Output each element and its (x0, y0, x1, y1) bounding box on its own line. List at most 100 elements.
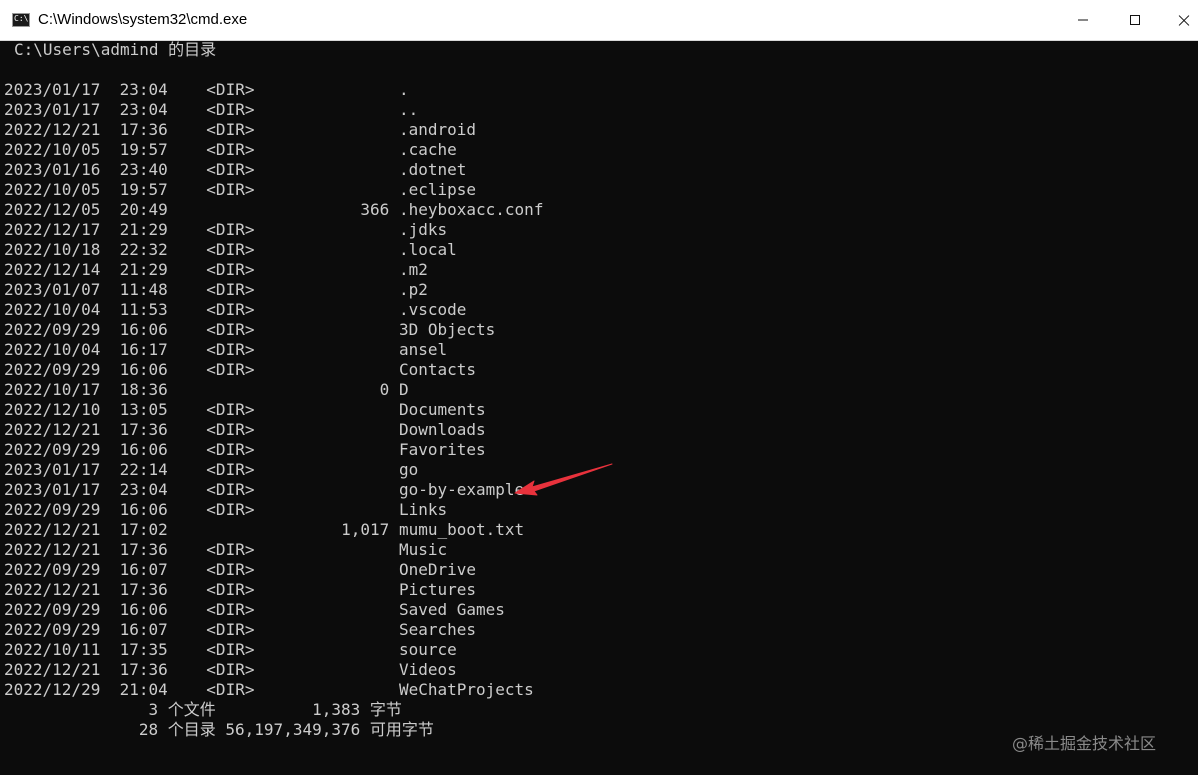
entry-time: 16:06 (119, 320, 168, 339)
minimize-button[interactable] (1060, 0, 1106, 40)
entry-date: 2022/09/29 (4, 620, 101, 639)
entry-time: 22:32 (119, 240, 168, 259)
entry-date: 2022/09/29 (4, 320, 101, 339)
entry-size: 1,017 (341, 520, 390, 539)
entry-date: 2022/09/29 (4, 440, 101, 459)
entry-name: .cache (398, 140, 457, 159)
entry-name: .. (398, 100, 419, 119)
listing-row: 2022/10/04 11:53 <DIR> .vscode (4, 300, 1198, 320)
entry-date: 2022/10/18 (4, 240, 101, 259)
entry-name: Videos (398, 660, 457, 679)
close-button[interactable] (1160, 0, 1198, 40)
listing-row: 2022/10/04 16:17 <DIR> ansel (4, 340, 1198, 360)
entry-type: <DIR> (206, 480, 255, 499)
entry-date: 2022/12/29 (4, 680, 101, 699)
listing-row: 2022/12/10 13:05 <DIR> Documents (4, 400, 1198, 420)
entry-name: Documents (398, 400, 486, 419)
listing-row: 2022/09/29 16:07 <DIR> Searches (4, 620, 1198, 640)
entry-date: 2022/09/29 (4, 500, 101, 519)
entry-name: .vscode (398, 300, 467, 319)
entry-type: <DIR> (206, 360, 255, 379)
entry-name: go-by-example (398, 480, 525, 499)
entry-type: <DIR> (206, 320, 255, 339)
entry-time: 11:53 (119, 300, 168, 319)
entry-time: 16:06 (119, 600, 168, 619)
entry-type: <DIR> (206, 600, 255, 619)
entry-name: WeChatProjects (398, 680, 534, 699)
entry-time: 13:05 (119, 400, 168, 419)
entry-date: 2022/12/05 (4, 200, 101, 219)
listing-row: 2022/12/21 17:36 <DIR> Pictures (4, 580, 1198, 600)
entry-date: 2022/12/10 (4, 400, 101, 419)
entry-date: 2023/01/17 (4, 100, 101, 119)
entry-date: 2022/09/29 (4, 600, 101, 619)
entry-time: 19:57 (119, 140, 168, 159)
entry-date: 2022/10/11 (4, 640, 101, 659)
entry-type: <DIR> (206, 300, 255, 319)
entry-time: 23:40 (119, 160, 168, 179)
entry-date: 2022/12/17 (4, 220, 101, 239)
entry-date: 2022/12/14 (4, 260, 101, 279)
listing-row: 2022/09/29 16:06 <DIR> Contacts (4, 360, 1198, 380)
entry-time: 23:04 (119, 480, 168, 499)
entry-date: 2023/01/16 (4, 160, 101, 179)
directory-listing: 2023/01/17 23:04 <DIR> . 2023/01/17 23:04… (4, 80, 1198, 700)
listing-row: 2022/09/29 16:07 <DIR> OneDrive (4, 560, 1198, 580)
entry-time: 22:14 (119, 460, 168, 479)
listing-row: 2022/10/11 17:35 <DIR> source (4, 640, 1198, 660)
entry-date: 2022/12/21 (4, 120, 101, 139)
entry-time: 18:36 (119, 380, 168, 399)
listing-row: 2022/09/29 16:06 <DIR> Saved Games (4, 600, 1198, 620)
entry-type: <DIR> (206, 100, 255, 119)
entry-date: 2022/12/21 (4, 580, 101, 599)
maximize-icon (1130, 15, 1140, 25)
entry-name: .eclipse (398, 180, 477, 199)
listing-row: 2022/09/29 16:06 <DIR> Links (4, 500, 1198, 520)
title-bar[interactable]: C:\ C:\Windows\system32\cmd.exe (0, 0, 1198, 41)
entry-date: 2022/09/29 (4, 560, 101, 579)
listing-row: 2022/12/14 21:29 <DIR> .m2 (4, 260, 1198, 280)
entry-size: 366 (360, 200, 390, 219)
entry-time: 16:17 (119, 340, 168, 359)
entry-type: <DIR> (206, 660, 255, 679)
entry-date: 2023/01/17 (4, 460, 101, 479)
entry-name: .jdks (398, 220, 448, 239)
listing-row: 2022/10/05 19:57 <DIR> .eclipse (4, 180, 1198, 200)
listing-row: 2022/10/17 18:36 0 D (4, 380, 1198, 400)
entry-date: 2023/01/17 (4, 480, 101, 499)
entry-name: .android (398, 120, 477, 139)
entry-time: 17:36 (119, 420, 168, 439)
entry-time: 16:07 (119, 620, 168, 639)
entry-date: 2023/01/07 (4, 280, 101, 299)
entry-name: D (398, 380, 409, 399)
maximize-button[interactable] (1112, 0, 1158, 40)
entry-time: 16:06 (119, 500, 168, 519)
console-output[interactable]: C:\Users\admind 的目录 2023/01/17 23:04 <DI… (0, 40, 1198, 775)
entry-name: . (398, 80, 409, 99)
entry-time: 16:06 (119, 360, 168, 379)
entry-time: 21:04 (119, 680, 168, 699)
entry-type: <DIR> (206, 240, 255, 259)
entry-date: 2022/10/17 (4, 380, 101, 399)
entry-type: <DIR> (206, 140, 255, 159)
directory-header: C:\Users\admind 的目录 (14, 40, 217, 59)
listing-row: 2023/01/07 11:48 <DIR> .p2 (4, 280, 1198, 300)
entry-name: Pictures (398, 580, 477, 599)
entry-date: 2022/10/04 (4, 300, 101, 319)
entry-type: <DIR> (206, 580, 255, 599)
entry-date: 2022/10/04 (4, 340, 101, 359)
listing-row: 2023/01/17 23:04 <DIR> .. (4, 100, 1198, 120)
entry-type: <DIR> (206, 340, 255, 359)
listing-row: 2022/12/21 17:36 <DIR> .android (4, 120, 1198, 140)
entry-name: Searches (398, 620, 477, 639)
entry-time: 17:36 (119, 660, 168, 679)
listing-row: 2022/12/29 21:04 <DIR> WeChatProjects (4, 680, 1198, 700)
entry-time: 23:04 (119, 80, 168, 99)
entry-date: 2023/01/17 (4, 80, 101, 99)
entry-name: go (398, 460, 419, 479)
listing-row: 2023/01/16 23:40 <DIR> .dotnet (4, 160, 1198, 180)
entry-type: <DIR> (206, 640, 255, 659)
entry-date: 2022/10/05 (4, 180, 101, 199)
entry-name: mumu_boot.txt (398, 520, 525, 539)
